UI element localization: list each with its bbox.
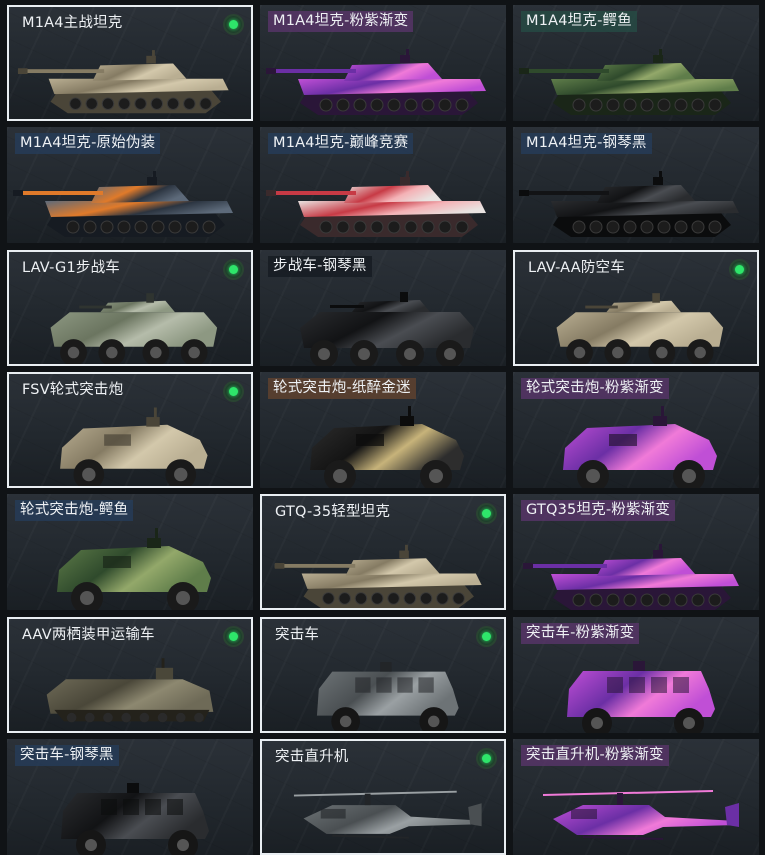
vehicle-name: 突击直升机 [275,749,349,765]
vehicle-name: 轮式突击炮-鳄鱼 [15,500,134,521]
owned-status-icon [225,261,242,278]
vehicle-skin-grid: M1A4主战坦克 M1A4坦克-粉紫渐变 M1A4坦克-鳄鱼 M1A4坦克-原始伪装 M… [0,0,765,855]
vehicle-image [266,171,486,237]
vehicle-card[interactable]: GTQ35坦克-粉紫渐变 [513,494,759,610]
vehicle-name: AAV两栖装甲运输车 [22,627,155,643]
vehicle-image [300,292,474,366]
vehicle-card[interactable]: M1A4坦克-巅峰竞赛 [260,127,506,243]
vehicle-card[interactable]: LAV-AA防空车 [513,250,759,366]
vehicle-name: M1A4坦克-粉紫渐变 [268,11,414,32]
vehicle-name: M1A4坦克-钢琴黑 [521,133,652,154]
vehicle-card[interactable]: 突击车 [260,617,506,733]
owned-status-icon [225,628,242,645]
vehicle-image [50,293,218,364]
vehicle-card[interactable]: 轮式突击炮-粉紫渐变 [513,372,759,488]
vehicle-card[interactable]: M1A4坦克-粉紫渐变 [260,5,506,121]
vehicle-card[interactable]: AAV两栖装甲运输车 [7,617,253,733]
vehicle-name: 轮式突击炮-纸醉金迷 [268,378,416,399]
vehicle-card[interactable]: 突击直升机 [260,739,506,855]
vehicle-card[interactable]: FSV轮式突击炮 [7,372,253,488]
vehicle-name: 轮式突击炮-粉紫渐变 [521,378,669,399]
vehicle-image [523,544,739,610]
vehicle-image [542,790,739,840]
vehicle-name: 突击车-钢琴黑 [15,745,119,766]
vehicle-image [563,406,717,488]
vehicle-card[interactable]: M1A4主战坦克 [7,5,253,121]
vehicle-image [519,171,739,237]
vehicle-name: M1A4坦克-鳄鱼 [521,11,637,32]
vehicle-image [519,49,739,115]
vehicle-image [13,171,233,237]
vehicle-name: M1A4坦克-巅峰竞赛 [268,133,414,154]
vehicle-card[interactable]: GTQ-35轻型坦克 [260,494,506,610]
vehicle-card[interactable]: 轮式突击炮-纸醉金迷 [260,372,506,488]
vehicle-name: GTQ35坦克-粉紫渐变 [521,500,676,521]
vehicle-card[interactable]: 步战车-钢琴黑 [260,250,506,366]
vehicle-card[interactable]: 突击车-钢琴黑 [7,739,253,855]
owned-status-icon [478,628,495,645]
vehicle-image [17,50,229,114]
owned-status-icon [478,505,495,522]
owned-status-icon [225,383,242,400]
vehicle-card[interactable]: 轮式突击炮-鳄鱼 [7,494,253,610]
vehicle-image [57,528,211,610]
vehicle-image [61,783,209,855]
vehicle-image [60,407,208,486]
vehicle-name: 突击直升机-粉紫渐变 [521,745,669,766]
owned-status-icon [731,261,748,278]
vehicle-image [293,790,482,839]
vehicle-name: M1A4主战坦克 [22,15,123,31]
vehicle-name: 突击车-粉紫渐变 [521,623,640,644]
vehicle-card[interactable]: 突击车-粉紫渐变 [513,617,759,733]
vehicle-name: FSV轮式突击炮 [22,382,124,398]
owned-status-icon [225,16,242,33]
vehicle-image [556,293,724,364]
vehicle-image [274,544,482,608]
vehicle-image [567,661,715,733]
vehicle-name: M1A4坦克-原始伪装 [15,133,161,154]
owned-status-icon [478,750,495,767]
vehicle-card[interactable]: M1A4坦克-鳄鱼 [513,5,759,121]
vehicle-name: GTQ-35轻型坦克 [275,504,391,520]
vehicle-image [316,662,459,731]
vehicle-name: 突击车 [275,627,320,643]
vehicle-card[interactable]: M1A4坦克-原始伪装 [7,127,253,243]
vehicle-name: 步战车-钢琴黑 [268,256,372,277]
vehicle-image [46,658,214,723]
vehicle-card[interactable]: 突击直升机-粉紫渐变 [513,739,759,855]
vehicle-name: LAV-AA防空车 [528,260,625,276]
vehicle-name: LAV-G1步战车 [22,260,120,276]
vehicle-image [310,406,464,488]
vehicle-image [266,49,486,115]
vehicle-card[interactable]: M1A4坦克-钢琴黑 [513,127,759,243]
vehicle-card[interactable]: LAV-G1步战车 [7,250,253,366]
